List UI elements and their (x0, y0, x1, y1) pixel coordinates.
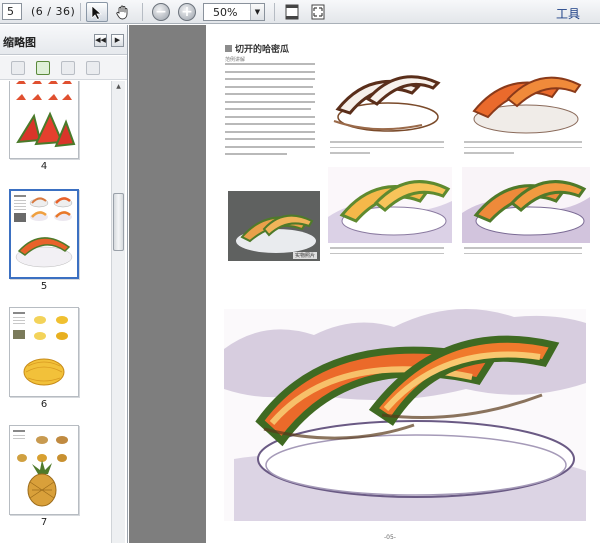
page-thumbnail-5[interactable] (9, 189, 79, 279)
thumbnail-toolbar (0, 56, 127, 80)
extract-page-icon[interactable] (86, 61, 100, 75)
fit-page-icon (285, 4, 299, 20)
page-thumbnail-4[interactable] (9, 81, 79, 159)
page-thumbnail-6[interactable] (9, 307, 79, 397)
thumbnail-image (13, 430, 68, 507)
thumbnail-scrollbar[interactable]: ▲ (111, 81, 125, 543)
photo-label: 实物照片 (292, 252, 317, 259)
fit-width-icon (311, 4, 325, 20)
square-bullet-icon (225, 45, 232, 52)
thumbnail-list: 4 5 6 7 (0, 81, 108, 543)
zoom-in-button[interactable]: + (176, 2, 198, 22)
zoom-value: 50% (213, 6, 238, 19)
minus-icon: − (152, 3, 170, 21)
page-subheading: 范例讲解 (225, 57, 246, 63)
step2-sketch (458, 67, 588, 137)
pdf-page: 切开的哈密瓜 范例讲解 实物照片 -05- (206, 25, 600, 543)
step3-caption (330, 247, 446, 258)
hand-tool-button[interactable] (112, 2, 134, 22)
toolbar-divider (142, 3, 143, 21)
chevron-down-icon[interactable]: ▼ (250, 4, 264, 20)
thumbnail-label: 6 (40, 399, 48, 410)
page-footer: -05- (384, 534, 396, 541)
collapse-panel-button[interactable]: ◀◀ (94, 34, 107, 47)
step4-caption (464, 247, 582, 258)
thumbnail-image (16, 81, 76, 148)
page-heading: 切开的哈密瓜 (225, 42, 289, 55)
arrow-cursor-icon (91, 4, 102, 20)
zoom-level-select[interactable]: 50% ▼ (203, 3, 265, 21)
thumbnail-label: 5 (40, 281, 48, 292)
select-tool-button[interactable] (86, 2, 108, 22)
scroll-up-arrow[interactable]: ▲ (113, 81, 124, 93)
reference-photo: 实物照片 (228, 191, 320, 261)
trash-icon[interactable] (11, 61, 25, 75)
plus-icon: + (178, 3, 196, 21)
step4-painting (462, 167, 590, 243)
page-thumbnail-7[interactable] (9, 425, 79, 515)
page-number-input[interactable]: 5 (2, 3, 22, 20)
fit-page-button[interactable] (281, 2, 303, 22)
thumbnail-label: 4 (40, 161, 48, 172)
toolbar-divider (274, 3, 275, 21)
hand-icon (116, 5, 128, 20)
rotate-icon[interactable] (36, 61, 50, 75)
step2-caption (464, 141, 582, 158)
step1-sketch (324, 69, 448, 137)
document-view[interactable]: 切开的哈密瓜 范例讲解 实物照片 -05- (129, 25, 600, 543)
toolbar-divider (80, 3, 81, 21)
insert-page-icon[interactable] (61, 61, 75, 75)
panel-options-button[interactable]: ▶ (111, 34, 124, 47)
panel-title: 缩略图 (3, 36, 36, 49)
step1-caption (330, 141, 446, 158)
step3-painting (328, 167, 452, 243)
page-heading-text: 切开的哈密瓜 (235, 45, 290, 55)
final-painting (224, 309, 586, 521)
thumbnail-label: 7 (40, 517, 48, 528)
thumbnails-panel: 缩略图 ◀◀ ▶ 4 5 6 7 ▲ (0, 25, 128, 543)
zoom-out-button[interactable]: − (150, 2, 172, 22)
thumbnails-header: 缩略图 ◀◀ ▶ (0, 25, 127, 55)
body-paragraph (225, 63, 315, 161)
tools-menu[interactable]: 工具 (556, 5, 580, 22)
fit-width-button[interactable] (307, 2, 329, 22)
thumbnail-image (14, 195, 73, 268)
toolbar: 5 (6 / 36) − + 50% ▼ 工具 (0, 0, 600, 24)
scrollbar-handle[interactable] (113, 193, 124, 251)
page-count: (6 / 36) (31, 5, 76, 18)
thumbnail-image (13, 312, 68, 386)
